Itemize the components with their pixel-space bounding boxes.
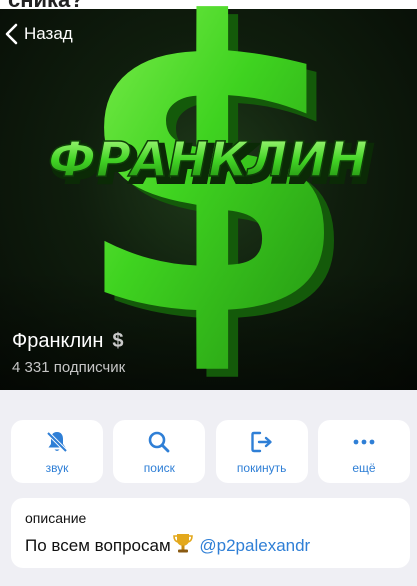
chevron-left-icon bbox=[5, 23, 18, 45]
mute-label: звук bbox=[45, 460, 69, 475]
description-link[interactable]: @p2palexandr bbox=[199, 536, 310, 555]
search-button[interactable]: поиск bbox=[113, 420, 206, 483]
bell-slash-icon bbox=[46, 431, 68, 452]
search-icon bbox=[149, 431, 170, 452]
channel-header: $ $ ФРАНКЛИН ФРАНКЛИН Назад Франклин $ 4… bbox=[0, 0, 417, 390]
description-card: описание По всем вопросам @p2palexandr bbox=[11, 498, 410, 568]
channel-name: Франклин bbox=[12, 330, 104, 352]
back-label: Назад bbox=[24, 24, 73, 43]
leave-icon bbox=[250, 431, 272, 452]
leave-button[interactable]: покинуть bbox=[215, 420, 308, 483]
subscriber-count: 4 331 подписчик bbox=[12, 359, 126, 376]
back-button[interactable]: Назад bbox=[2, 22, 73, 46]
channel-title: Франклин $ bbox=[12, 330, 125, 353]
channel-info: Франклин $ 4 331 подписчик bbox=[12, 330, 125, 376]
brand-word: ФРАНКЛИН bbox=[48, 132, 368, 188]
action-bar: звук поиск покинуть ещё bbox=[11, 420, 410, 483]
more-label: ещё bbox=[352, 460, 376, 475]
description-text: По всем вопросам bbox=[25, 536, 171, 555]
channel-name-emoji: $ bbox=[112, 330, 124, 352]
trophy-icon bbox=[172, 534, 193, 553]
more-icon bbox=[353, 439, 375, 444]
leave-label: покинуть bbox=[236, 460, 287, 475]
description-label: описание bbox=[25, 510, 87, 526]
description-text-row: По всем вопросам @p2palexandr bbox=[25, 532, 396, 556]
search-label: поиск bbox=[143, 460, 175, 475]
mute-button[interactable]: звук bbox=[11, 420, 103, 483]
more-button[interactable]: ещё bbox=[317, 420, 410, 483]
